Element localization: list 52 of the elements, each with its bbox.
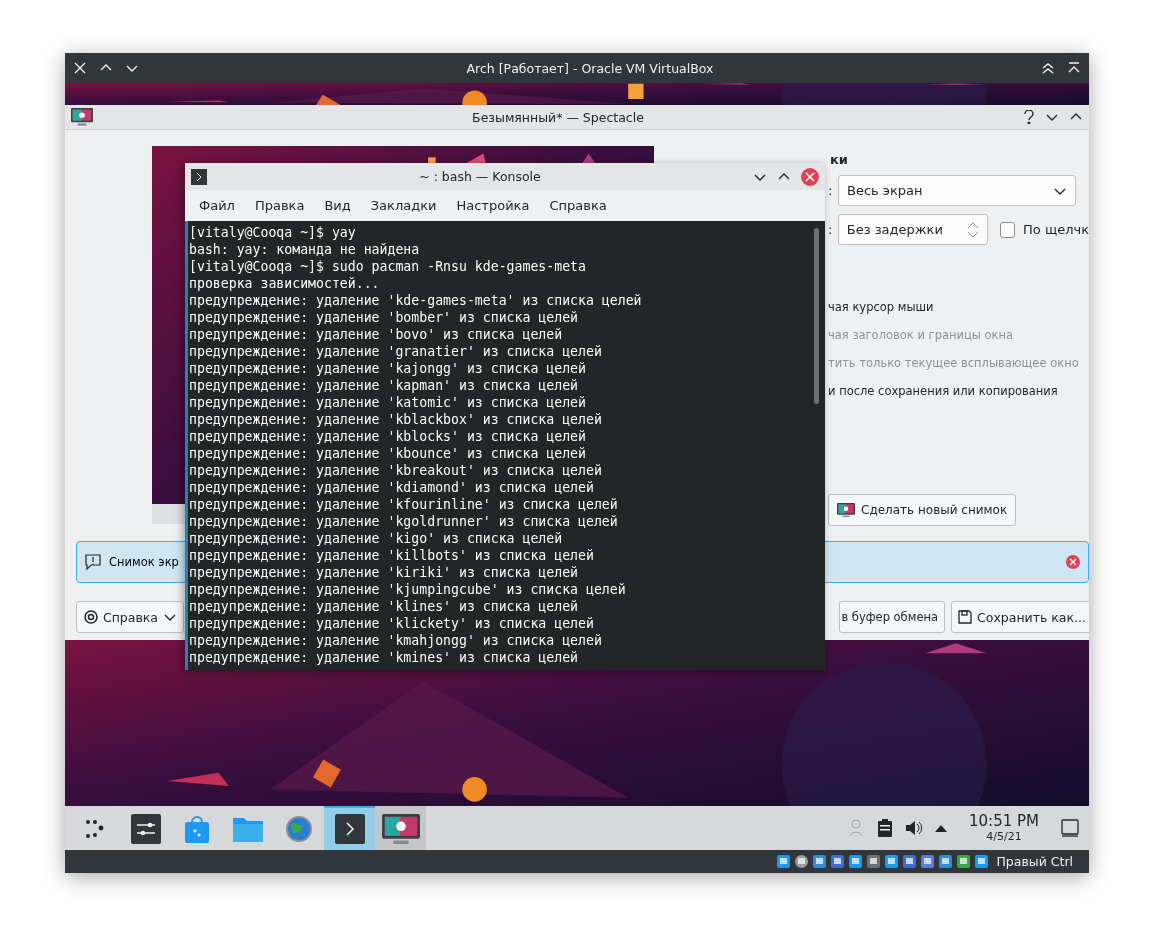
terminal-line: предупреждение: удаление 'kbounce' из списка целей	[189, 445, 587, 462]
terminal-line: предупреждение: удаление 'kajongg' из списка целей	[189, 360, 587, 377]
terminal-line: [vitaly@Cooqa ~]$ sudo pacman -Rnsu kde-games-meta	[189, 258, 587, 275]
terminal-line: bash: yay: команда не найдена	[189, 241, 421, 258]
terminal-line: предупреждение: удаление 'kigo' из списка целей	[189, 530, 564, 547]
terminal-line: предупреждение: удаление 'kdiamond' из списка целей	[189, 479, 595, 496]
terminal-line: предупреждение: удаление 'klines' из списка целей	[189, 598, 580, 615]
checkbox-label: По щелчк	[1023, 222, 1089, 237]
menu-item[interactable]: Правка	[244, 198, 315, 213]
menu-item[interactable]: Справка	[539, 198, 617, 213]
menu-item[interactable]: Вид	[314, 198, 361, 213]
terminal-line: предупреждение: удаление 'kfourinline' из списка целей	[189, 496, 619, 513]
terminal-line: предупреждение: удаление 'bomber' из списка целей	[189, 309, 580, 326]
window-title: Безымянный* — Spectacle	[471, 109, 645, 125]
menu-item[interactable]: Файл	[189, 198, 245, 213]
new-screenshot-button[interactable]: Сделать новый снимок	[828, 494, 1017, 526]
field-label: :	[828, 183, 834, 198]
option-label: чая курсор мыши	[828, 299, 934, 316]
terminal-line: предупреждение: удаление 'kjumpingcube' из списка целей	[189, 581, 627, 598]
terminal-line: предупреждение: удаление 'bovo' из списка целей	[189, 326, 564, 343]
menu-item[interactable]: Закладки	[360, 198, 447, 213]
terminal-line: предупреждение: удаление 'kmines' из списка целей	[189, 649, 580, 666]
terminal-line: предупреждение: удаление 'kapman' из списка целей	[189, 377, 580, 394]
banner-text: Снимок экр	[109, 555, 179, 569]
terminal-line: предупреждение: удаление 'katomic' из списка целей	[189, 394, 587, 411]
host-key-label: Правый Ctrl	[996, 854, 1073, 869]
terminal-line: предупреждение: удаление 'kbreakout' из списка целей	[189, 462, 603, 479]
terminal-line: [vitaly@Cooqa ~]$ yay	[189, 224, 357, 241]
terminal-line: предупреждение: удаление 'granatier' из списка целей	[189, 343, 603, 360]
window-title: ~ : bash — Konsole	[418, 169, 542, 184]
window-title: Arch [Работает] - Oracle VM VirtualBox	[465, 60, 715, 76]
option-label: тить только текущее всплывающее окно	[828, 355, 1079, 372]
terminal-line: предупреждение: удаление 'kgoldrunner' из списка целей	[189, 513, 619, 530]
field-label: :	[828, 222, 834, 237]
help-button[interactable]: Справка	[76, 601, 184, 633]
terminal-line: проверка зависимостей...	[189, 275, 381, 292]
terminal-line: предупреждение: удаление 'kiriki' из списка целей	[189, 564, 580, 581]
delay-spinbox[interactable]: Без задержки	[837, 214, 988, 245]
clock[interactable]: 10:51 PM 4/5/21	[969, 813, 1039, 843]
terminal-line: предупреждение: удаление 'killbots' из списка целей	[189, 547, 595, 564]
terminal-line: предупреждение: удаление 'kde-games-meta' из списка целей	[189, 292, 643, 309]
terminal-line: предупреждение: удаление 'kmahjongg' из списка целей	[189, 632, 603, 649]
area-dropdown[interactable]: Весь экран	[838, 175, 1076, 206]
terminal-line: предупреждение: удаление 'klickety' из списка целей	[189, 615, 595, 632]
save-as-button[interactable]: Сохранить как...	[951, 601, 1089, 633]
menu-item[interactable]: Настройка	[446, 198, 540, 213]
section-heading: ки	[830, 152, 849, 167]
option-label: чая заголовок и границы окна	[828, 327, 1014, 344]
option-label: и после сохранения или копирования	[828, 383, 1058, 400]
terminal-line: предупреждение: удаление 'kblackbox' из списка целей	[189, 411, 603, 428]
copy-button[interactable]: в буфер обмена	[839, 601, 946, 633]
terminal-line: предупреждение: удаление 'kblocks' из списка целей	[189, 428, 587, 445]
